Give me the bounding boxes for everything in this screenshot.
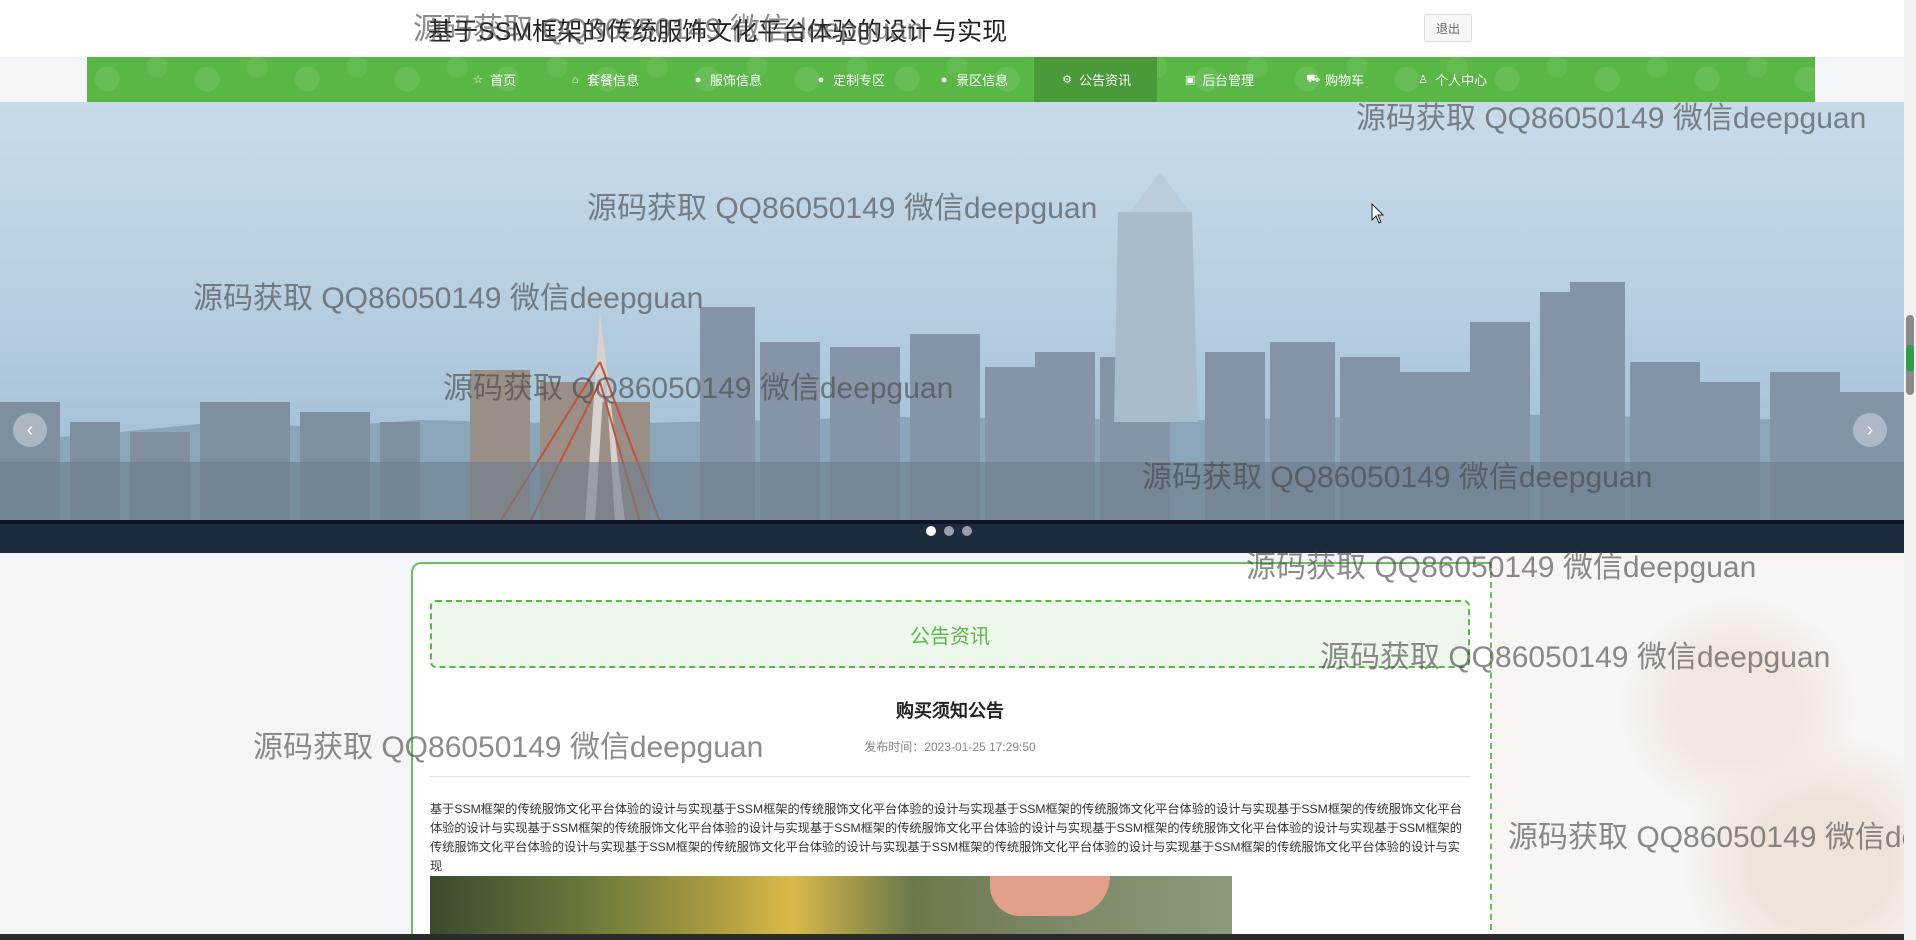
nav-item-packages[interactable]: ⌂ 套餐信息: [542, 57, 665, 102]
chevron-right-icon: ›: [1866, 418, 1874, 441]
gear-icon: ⚙: [1062, 74, 1073, 86]
divider: [430, 776, 1470, 777]
info-icon: ●: [940, 73, 948, 86]
section-title: 公告资讯: [430, 600, 1470, 668]
nav-item-label: 个人中心: [1435, 73, 1488, 88]
info-icon: ●: [694, 73, 702, 86]
help-icon: ●: [817, 73, 825, 86]
nav-item-label: 购物车: [1325, 73, 1365, 88]
nav-item-custom[interactable]: ● 定制专区: [788, 57, 911, 102]
star-icon: ☆: [473, 74, 483, 86]
article-title: 购买须知公告: [896, 701, 1004, 721]
city-skyline-image: [0, 172, 1904, 553]
chevron-left-icon: ‹: [26, 418, 34, 441]
nav-item-cart[interactable]: ⛟ 购物车: [1280, 57, 1390, 102]
carousel-dot[interactable]: [962, 526, 972, 536]
nav-item-label: 景区信息: [956, 73, 1009, 88]
page-scrollbar[interactable]: [1904, 0, 1916, 940]
banner-carousel: ‹ ›: [0, 102, 1904, 553]
nav-item-scenic[interactable]: ● 景区信息: [911, 57, 1034, 102]
nav-item-clothing[interactable]: ● 服饰信息: [665, 57, 788, 102]
bottom-strip: [0, 934, 1904, 940]
carousel-dot[interactable]: [944, 526, 954, 536]
top-header: 基于SSM框架的传统服饰文化平台体验的设计与实现 退出: [0, 0, 1904, 57]
cart-icon: ⛟: [1306, 72, 1321, 85]
nav-item-home[interactable]: ☆ 首页: [445, 57, 542, 102]
carousel-prev-button[interactable]: ‹: [13, 413, 47, 447]
carousel-next-button[interactable]: ›: [1853, 413, 1887, 447]
article-image: [430, 876, 1232, 940]
nav-item-profile[interactable]: ♙ 个人中心: [1390, 57, 1513, 102]
floral-background: [1490, 553, 1904, 940]
nav-item-label: 首页: [490, 73, 517, 88]
nav-item-news[interactable]: ⚙ 公告资讯: [1034, 57, 1158, 102]
site-title: 基于SSM框架的传统服饰文化平台体验的设计与实现: [428, 18, 1008, 46]
nav-item-label: 套餐信息: [587, 73, 640, 88]
user-icon: ♙: [1418, 74, 1429, 86]
carousel-dot[interactable]: [926, 526, 936, 536]
mouse-cursor-icon: [1371, 203, 1385, 224]
nav-item-label: 后台管理: [1202, 73, 1255, 88]
article-body: 基于SSM框架的传统服饰文化平台体验的设计与实现基于SSM框架的传统服饰文化平台…: [430, 802, 1462, 873]
main-nav: ☆ 首页 ⌂ 套餐信息 ● 服饰信息 ● 定制专区 ● 景区信息 ⚙ 公告资讯 ▣ 后台管理 …: [87, 57, 1815, 102]
nav-item-label: 服饰信息: [710, 73, 763, 88]
nav-item-label: 定制专区: [833, 73, 886, 88]
nav-item-label: 公告资讯: [1079, 73, 1132, 88]
bag-icon: ⌂: [571, 73, 579, 86]
logout-button[interactable]: 退出: [1424, 14, 1472, 42]
article-publish-time: 发布时间：2023-01-25 17:29:50: [864, 740, 1036, 754]
scrollbar-marker: [1906, 345, 1914, 371]
gift-icon: ▣: [1184, 74, 1196, 86]
nav-item-admin[interactable]: ▣ 后台管理: [1157, 57, 1280, 102]
carousel-dots: [926, 526, 972, 536]
